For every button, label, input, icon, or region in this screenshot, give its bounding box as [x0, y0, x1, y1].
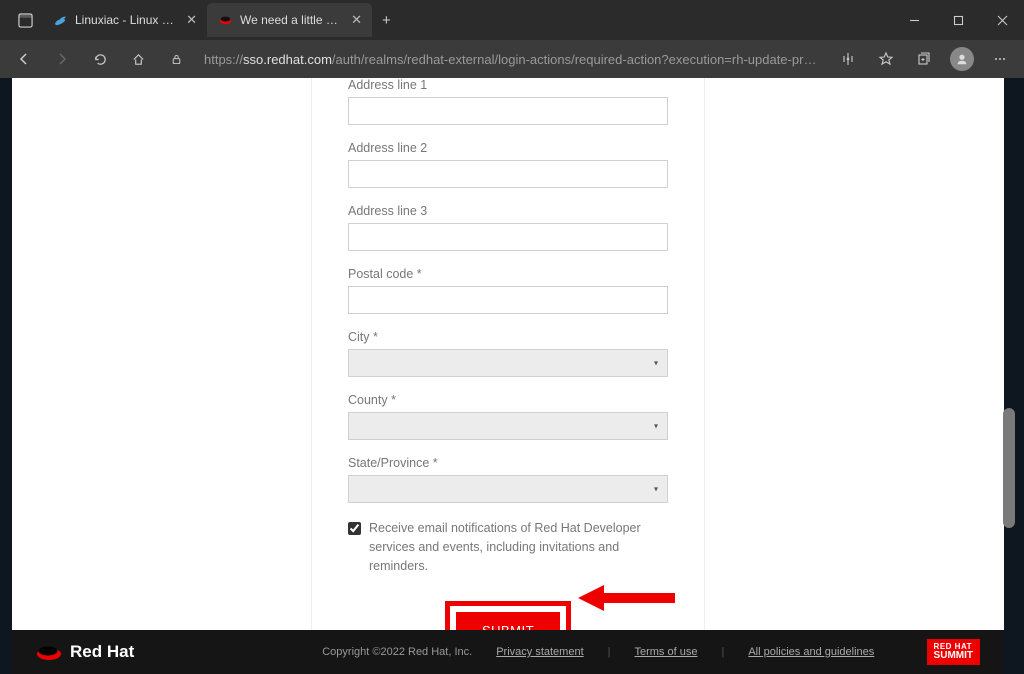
tab-actions-icon[interactable] [8, 3, 42, 37]
page-content: Address line 1 Address line 2 Address li… [12, 78, 1004, 674]
tab-title: Linuxiac - Linux News, [75, 13, 177, 27]
redhat-icon [36, 642, 62, 662]
address-bar: https://sso.redhat.com/auth/realms/redha… [0, 40, 1024, 78]
label-address3: Address line 3 [348, 204, 668, 218]
menu-button[interactable] [984, 44, 1016, 74]
forward-button[interactable] [46, 44, 78, 74]
page-footer: Red Hat Copyright ©2022 Red Hat, Inc. Pr… [12, 630, 1004, 674]
summit-badge[interactable]: RED HAT SUMMIT [927, 639, 980, 666]
label-county: County * [348, 393, 668, 407]
profile-avatar[interactable] [946, 44, 978, 74]
label-address1: Address line 1 [348, 78, 668, 92]
field-city: City * ▾ [348, 324, 668, 377]
field-address2: Address line 2 [348, 135, 668, 188]
close-icon[interactable]: ✕ [184, 12, 199, 28]
footer-link-privacy[interactable]: Privacy statement [496, 646, 583, 658]
favicon-bird-icon [52, 12, 68, 28]
favorites-icon[interactable] [870, 44, 902, 74]
favicon-redhat-icon [217, 12, 233, 28]
field-county: County * ▾ [348, 387, 668, 440]
url-field[interactable]: https://sso.redhat.com/auth/realms/redha… [198, 52, 826, 67]
footer-link-policies[interactable]: All policies and guidelines [748, 646, 874, 658]
browser-chrome: Linuxiac - Linux News, ✕ We need a littl… [0, 0, 1024, 78]
close-window-button[interactable] [980, 3, 1024, 37]
tab-title: We need a little more i [240, 13, 342, 27]
close-icon[interactable]: ✕ [349, 12, 364, 28]
checkbox-email-opt-in[interactable] [348, 522, 361, 535]
lock-icon[interactable] [160, 44, 192, 74]
arrow-annotation-icon [570, 578, 680, 618]
field-postal: Postal code * [348, 261, 668, 314]
label-address2: Address line 2 [348, 141, 668, 155]
window-controls [892, 3, 1024, 37]
scrollbar-thumb[interactable] [1003, 408, 1015, 528]
label-postal: Postal code * [348, 267, 668, 281]
input-address3[interactable] [348, 223, 668, 251]
label-city: City * [348, 330, 668, 344]
input-address1[interactable] [348, 97, 668, 125]
select-state[interactable] [348, 475, 668, 503]
collections-icon[interactable] [908, 44, 940, 74]
tab-inactive[interactable]: Linuxiac - Linux News, ✕ [42, 3, 207, 37]
footer-copyright: Copyright ©2022 Red Hat, Inc. [322, 646, 472, 658]
tab-bar: Linuxiac - Linux News, ✕ We need a littl… [0, 0, 1024, 40]
checkbox-label: Receive email notifications of Red Hat D… [369, 519, 668, 575]
input-postal[interactable] [348, 286, 668, 314]
field-address1: Address line 1 [348, 78, 668, 125]
home-button[interactable] [122, 44, 154, 74]
email-opt-in: Receive email notifications of Red Hat D… [348, 519, 668, 575]
tab-active[interactable]: We need a little more i ✕ [207, 3, 372, 37]
tracking-icon[interactable] [832, 44, 864, 74]
page-viewport: Address line 1 Address line 2 Address li… [0, 78, 1024, 674]
select-county[interactable] [348, 412, 668, 440]
select-city[interactable] [348, 349, 668, 377]
footer-link-terms[interactable]: Terms of use [634, 646, 697, 658]
field-state: State/Province * ▾ [348, 450, 668, 503]
field-address3: Address line 3 [348, 198, 668, 251]
label-state: State/Province * [348, 456, 668, 470]
redhat-logo: Red Hat [36, 642, 134, 662]
back-button[interactable] [8, 44, 40, 74]
maximize-button[interactable] [936, 3, 980, 37]
new-tab-button[interactable]: + [372, 12, 401, 29]
minimize-button[interactable] [892, 3, 936, 37]
refresh-button[interactable] [84, 44, 116, 74]
input-address2[interactable] [348, 160, 668, 188]
